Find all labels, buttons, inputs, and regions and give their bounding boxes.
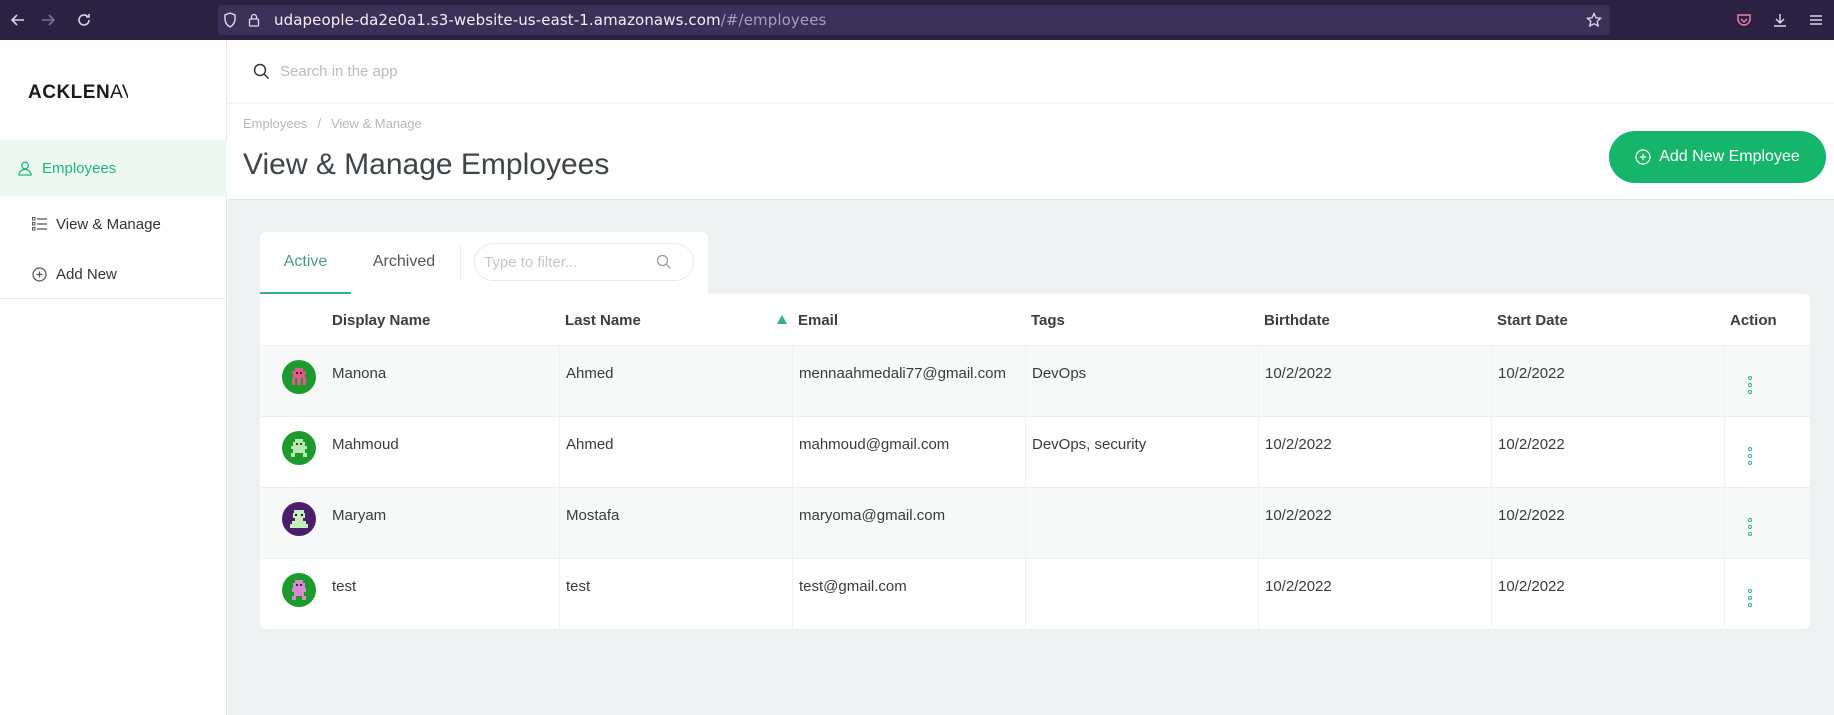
url-text: udapeople-da2e0a1.s3-website-us-east-1.a… <box>274 11 827 29</box>
sidebar-item-employees[interactable]: Employees <box>0 140 227 196</box>
sidebar-item-label: Add New <box>56 265 117 283</box>
bookmark-star-icon[interactable] <box>1586 5 1602 35</box>
sidebar-divider <box>0 298 227 299</box>
browser-toolbar: udapeople-da2e0a1.s3-website-us-east-1.a… <box>0 0 1834 40</box>
list-icon <box>30 215 48 233</box>
plus-circle-icon <box>1635 149 1651 165</box>
cell-start-date: 10/2/2022 <box>1491 559 1724 629</box>
column-header-last-name[interactable]: Last Name <box>565 312 641 329</box>
app-search-bar <box>228 40 1834 104</box>
avatar <box>282 573 316 607</box>
cell-tags: DevOps <box>1025 346 1258 417</box>
column-header-email[interactable]: Email <box>798 312 838 329</box>
table-row[interactable]: Mahmoud Ahmed mahmoud@gmail.com DevOps, … <box>260 417 1810 488</box>
tab-divider <box>460 244 461 280</box>
lock-icon <box>242 5 266 35</box>
menu-icon[interactable] <box>1798 0 1834 40</box>
cell-email: mahmoud@gmail.com <box>792 417 1025 488</box>
tab-active[interactable]: Active <box>260 232 351 294</box>
page-title: View & Manage Employees <box>243 148 610 181</box>
cell-start-date: 10/2/2022 <box>1491 417 1724 488</box>
avatar <box>282 502 316 536</box>
cell-display-name: Manona <box>332 365 387 382</box>
column-header-start-date[interactable]: Start Date <box>1497 312 1568 329</box>
table-row[interactable]: test test test@gmail.com 10/2/2022 10/2/… <box>260 559 1810 629</box>
search-icon <box>656 254 672 270</box>
sidebar-item-add-new[interactable]: Add New <box>0 246 227 302</box>
cell-birthdate: 10/2/2022 <box>1258 559 1491 629</box>
breadcrumb-item-employees[interactable]: Employees <box>243 116 307 131</box>
employees-table: Display Name Last Name Email Tags Birthd… <box>260 294 1810 629</box>
logo: ACKLENAV <box>28 82 128 103</box>
browser-actions <box>1726 0 1834 40</box>
table-row[interactable]: Manona Ahmed mennaahmedali77@gmail.com D… <box>260 346 1810 417</box>
cell-display-name: Maryam <box>332 507 387 524</box>
cell-birthdate: 10/2/2022 <box>1258 417 1491 488</box>
plus-circle-icon <box>30 265 48 283</box>
cell-start-date: 10/2/2022 <box>1491 346 1724 417</box>
download-icon[interactable] <box>1762 0 1798 40</box>
cell-action <box>1724 417 1810 488</box>
cell-tags: DevOps, security <box>1025 417 1258 488</box>
cell-tags <box>1025 559 1258 629</box>
breadcrumb-item-view-manage: View & Manage <box>330 116 422 131</box>
sort-ascending-icon <box>777 315 787 324</box>
avatar <box>282 360 316 394</box>
cell-tags <box>1025 488 1258 559</box>
cell-birthdate: 10/2/2022 <box>1258 346 1491 417</box>
cell-last-name: Mostafa <box>559 488 792 559</box>
add-new-employee-label: Add New Employee <box>1659 148 1800 165</box>
sidebar-item-view-manage[interactable]: View & Manage <box>0 196 227 252</box>
tab-label: Archived <box>372 253 436 270</box>
row-actions-icon[interactable] <box>1747 447 1753 465</box>
column-header-tags[interactable]: Tags <box>1031 312 1065 329</box>
tab-archived[interactable]: Archived <box>360 232 448 292</box>
pocket-icon[interactable] <box>1726 0 1762 40</box>
tabs-bar: Active Archived <box>260 232 708 294</box>
avatar <box>282 431 316 465</box>
reload-icon[interactable] <box>66 0 102 40</box>
main-content: Active Archived Display Name Last Name E… <box>228 200 1834 715</box>
shield-icon <box>218 5 242 35</box>
column-header-birthdate[interactable]: Birthdate <box>1264 312 1330 329</box>
row-actions-icon[interactable] <box>1747 589 1753 607</box>
app-search-field <box>244 51 1460 91</box>
breadcrumb-separator: / <box>317 116 321 131</box>
row-actions-icon[interactable] <box>1747 518 1753 536</box>
search-icon <box>250 63 272 80</box>
page-header: Employees / View & Manage View & Manage Em… <box>228 104 1834 200</box>
add-new-employee-button[interactable]: Add New Employee <box>1609 131 1826 183</box>
cell-email: test@gmail.com <box>792 559 1025 629</box>
search-input[interactable] <box>280 62 1380 80</box>
cell-email: mennaahmedali77@gmail.com <box>792 346 1025 417</box>
tab-label: Active <box>283 253 328 270</box>
url-bar[interactable]: udapeople-da2e0a1.s3-website-us-east-1.a… <box>218 5 1610 35</box>
row-actions-icon[interactable] <box>1747 376 1753 394</box>
cell-birthdate: 10/2/2022 <box>1258 488 1491 559</box>
sidebar-item-label: View & Manage <box>56 215 161 233</box>
cell-last-name: test <box>559 559 792 629</box>
table-header: Display Name Last Name Email Tags Birthd… <box>260 294 1810 346</box>
sidebar-item-label: Employees <box>42 159 117 177</box>
cell-action <box>1724 559 1810 629</box>
sidebar: ACKLENAV Employees View & Manage Add New <box>0 40 227 715</box>
cell-action <box>1724 346 1810 417</box>
filter-field <box>474 243 694 281</box>
cell-start-date: 10/2/2022 <box>1491 488 1724 559</box>
cell-display-name: Mahmoud <box>332 436 399 453</box>
filter-input[interactable] <box>484 253 654 271</box>
cell-last-name: Ahmed <box>559 346 792 417</box>
cell-display-name: test <box>332 578 357 595</box>
forward-icon[interactable] <box>30 0 66 40</box>
user-icon <box>16 159 34 177</box>
table-row[interactable]: Maryam Mostafa maryoma@gmail.com 10/2/20… <box>260 488 1810 559</box>
breadcrumb: Employees / View & Manage <box>243 116 422 131</box>
column-header-display-name[interactable]: Display Name <box>332 312 430 329</box>
cell-action <box>1724 488 1810 559</box>
cell-last-name: Ahmed <box>559 417 792 488</box>
column-header-action: Action <box>1730 312 1777 329</box>
cell-email: maryoma@gmail.com <box>792 488 1025 559</box>
